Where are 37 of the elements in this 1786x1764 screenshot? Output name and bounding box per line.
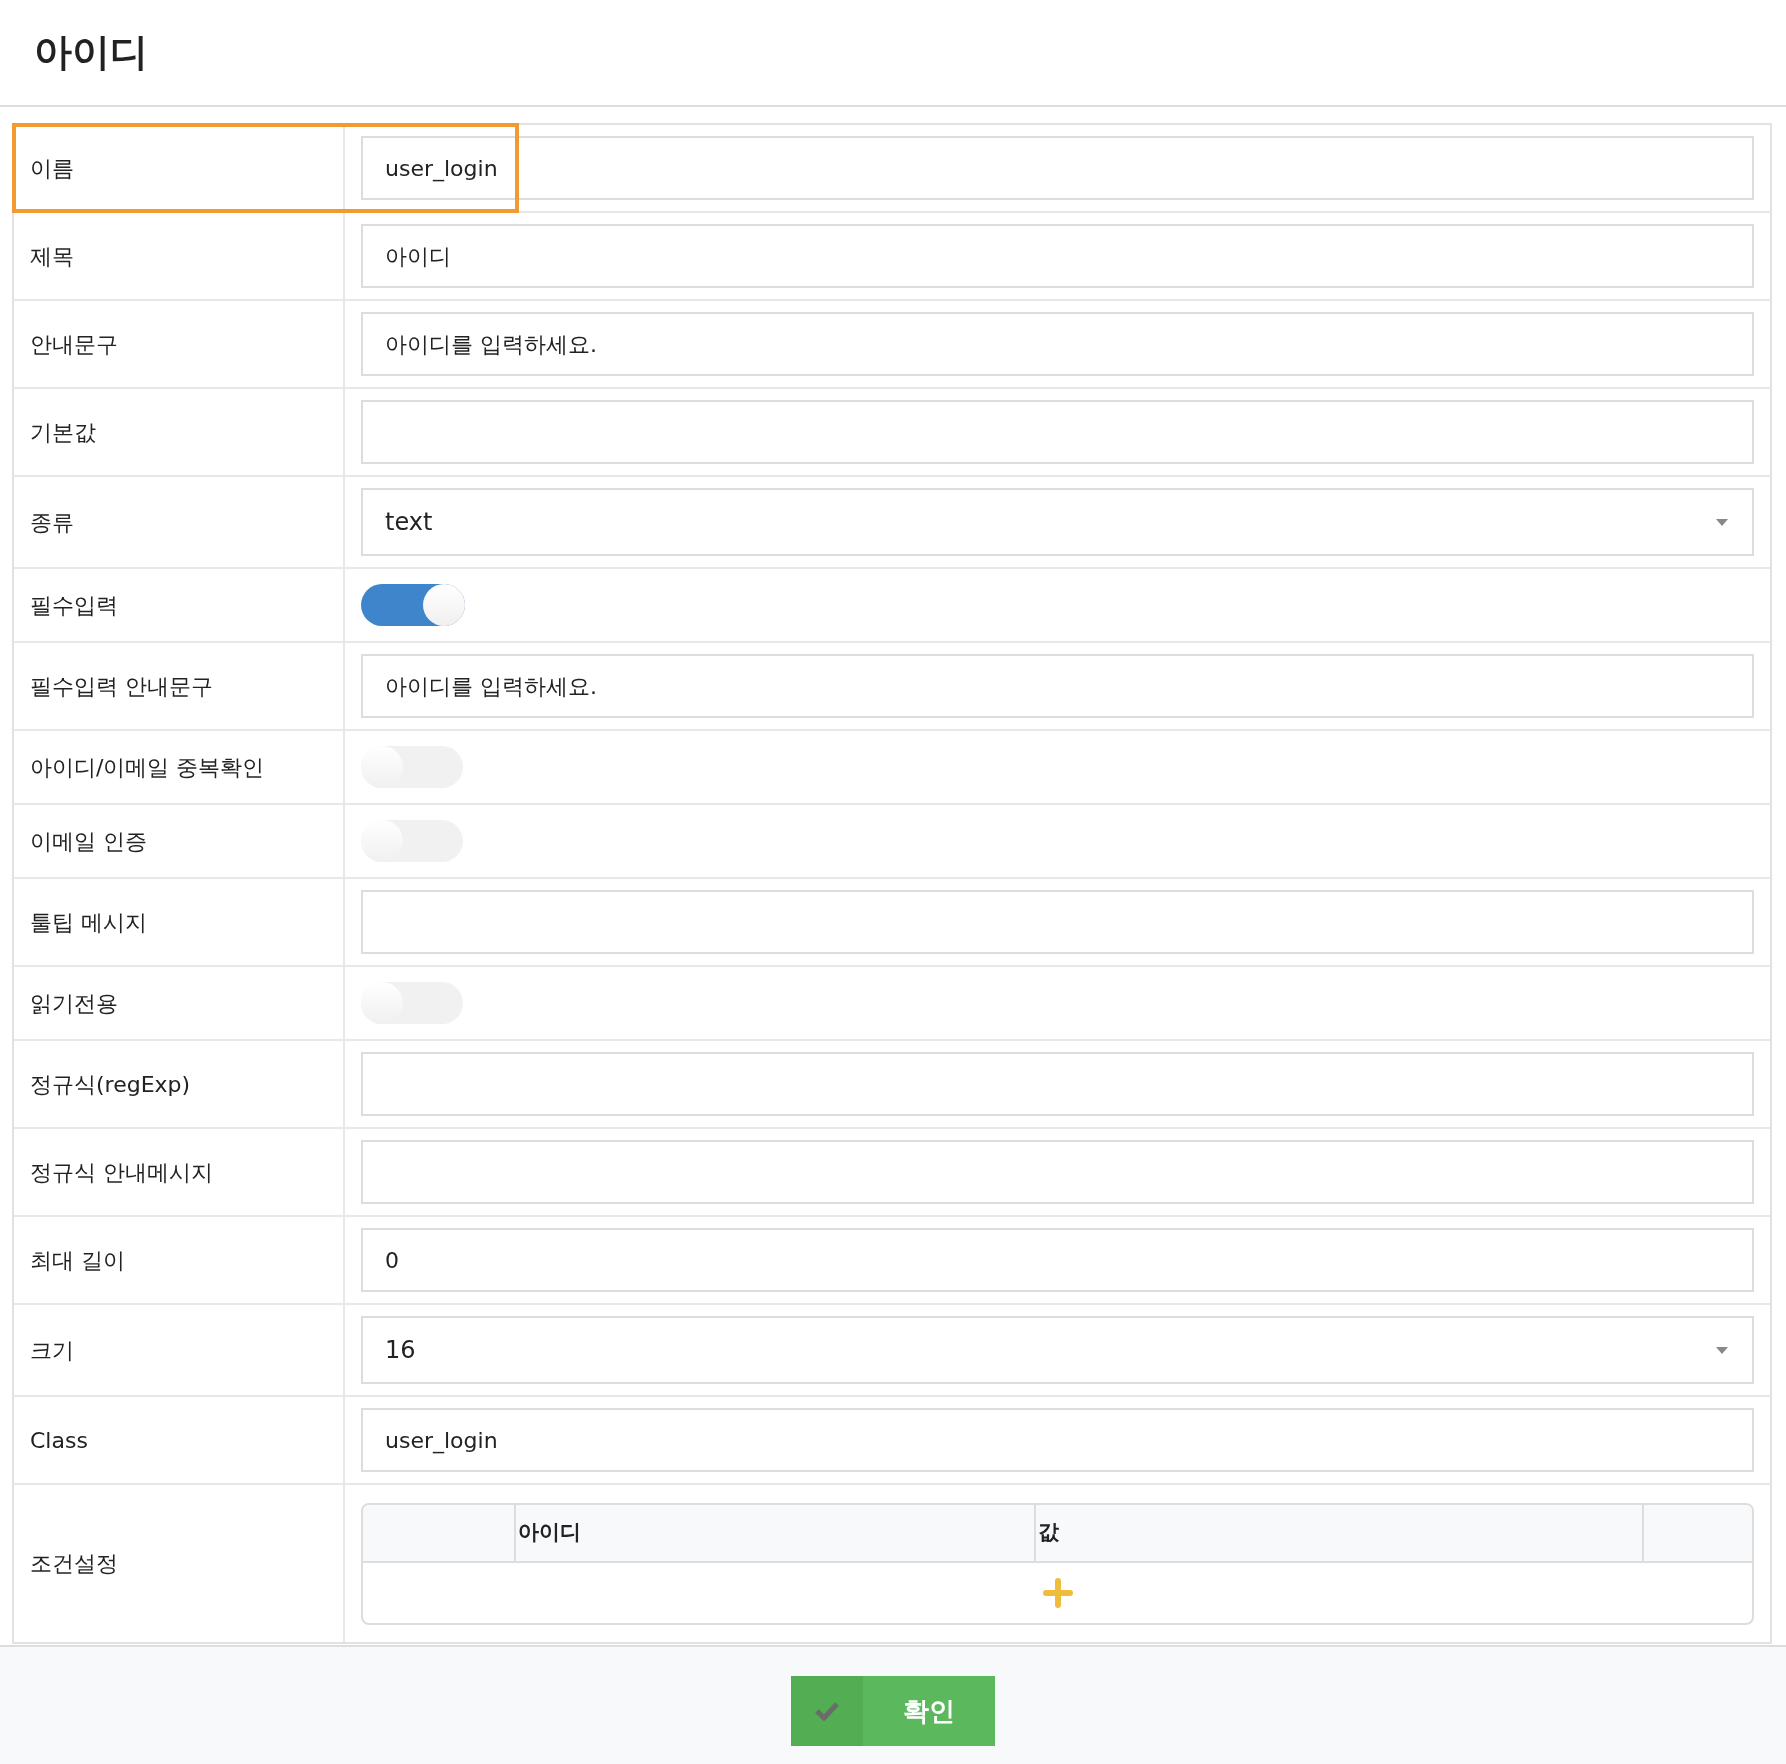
select-dropdown[interactable]: 16 xyxy=(361,1316,1754,1384)
column-header: 아이디 xyxy=(516,1504,1036,1561)
caret-icon xyxy=(1714,1345,1730,1355)
field-label: 필수입력 안내문구 xyxy=(30,672,213,701)
field-label: 안내문구 xyxy=(30,330,118,359)
caret-icon xyxy=(1714,517,1730,527)
page-title: 아이디 xyxy=(34,29,148,76)
column-header: 값 xyxy=(1036,1504,1644,1561)
toggle-switch[interactable] xyxy=(361,584,465,626)
input-field[interactable]: 0 xyxy=(361,1228,1754,1292)
field-label: Class xyxy=(30,1426,88,1455)
input-field[interactable]: 아이디를 입력하세요. xyxy=(361,312,1754,376)
input-field[interactable] xyxy=(361,1052,1754,1116)
field-label: 조건설정 xyxy=(30,1550,118,1578)
field-label: 제목 xyxy=(30,242,74,271)
input-field[interactable]: 아이디를 입력하세요. xyxy=(361,654,1754,718)
field-label: 툴팁 메시지 xyxy=(30,908,147,937)
input-field[interactable] xyxy=(361,400,1754,464)
field-label: 아이디/이메일 중복확인 xyxy=(30,753,265,782)
field-label: 기본값 xyxy=(30,418,96,447)
field-label: 읽기전용 xyxy=(30,989,118,1018)
input-field[interactable] xyxy=(361,890,1754,954)
input-field[interactable] xyxy=(361,1140,1754,1204)
field-label: 이름 xyxy=(30,154,74,183)
input-field[interactable]: 아이디 xyxy=(361,224,1754,288)
input-field[interactable]: user_login xyxy=(361,1408,1754,1472)
select-dropdown[interactable]: text xyxy=(361,488,1754,556)
add-icon[interactable] xyxy=(1042,1577,1073,1608)
field-label: 최대 길이 xyxy=(30,1246,125,1275)
field-label: 정규식 안내메시지 xyxy=(30,1158,213,1187)
input-field[interactable]: user_login xyxy=(361,136,1754,200)
field-label: 크기 xyxy=(30,1336,74,1365)
field-label: 정규식(regExp) xyxy=(30,1070,191,1099)
field-label: 필수입력 xyxy=(30,591,118,620)
checkmark-icon xyxy=(815,1701,839,1721)
field-label: 종류 xyxy=(30,508,74,537)
field-label: 이메일 인증 xyxy=(30,827,147,856)
